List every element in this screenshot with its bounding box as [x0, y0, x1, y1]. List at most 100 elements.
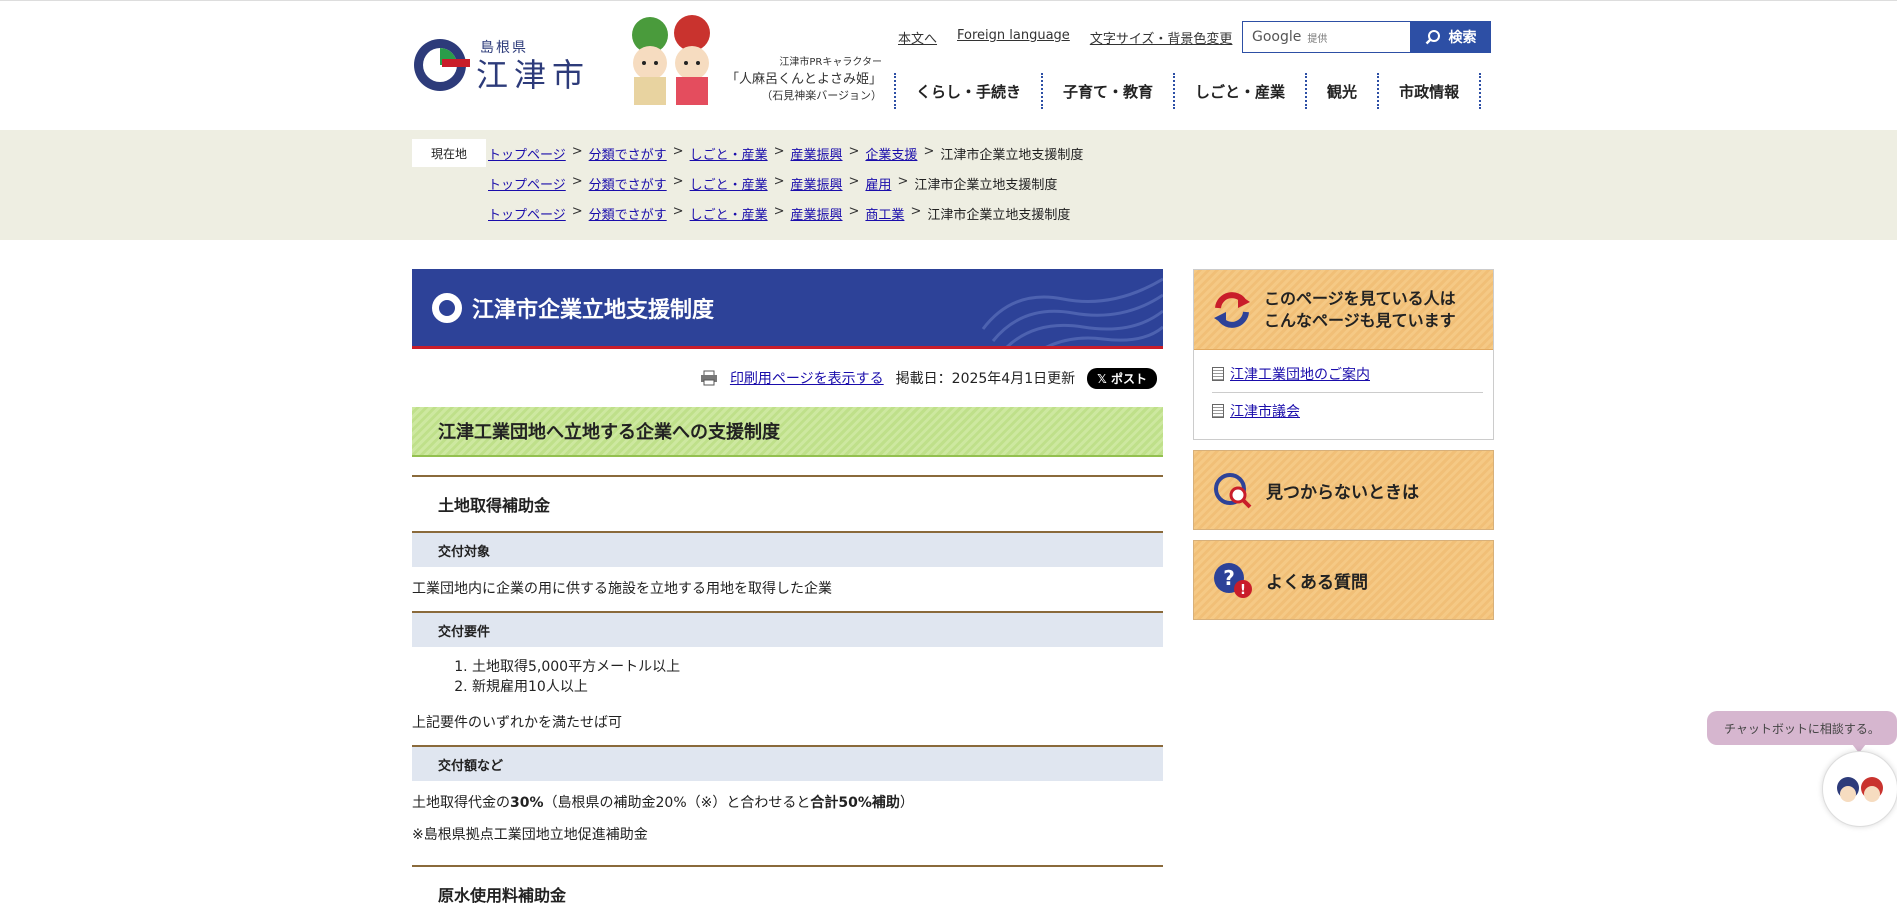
- chatbot-bubble[interactable]: チャットボットに相談する。: [1707, 711, 1897, 745]
- requirements-note: 上記要件のいずれかを満たせば可: [412, 715, 622, 731]
- global-nav: くらし・手続き 子育て・教育 しごと・産業 観光 市政情報: [894, 73, 1482, 109]
- page-meta: 印刷用ページを表示する 掲載日：2025年4月1日更新 𝕏 ポスト: [412, 349, 1163, 407]
- nav-tourism[interactable]: 観光: [1305, 73, 1377, 109]
- crumb-link[interactable]: 産業振興: [791, 204, 843, 223]
- chatbot-button[interactable]: [1822, 751, 1897, 827]
- list-item: 江津市議会: [1212, 392, 1483, 429]
- related-links: 江津工業団地のご案内 江津市議会: [1194, 350, 1493, 439]
- related-title-line-1: このページを見ている人は: [1264, 288, 1456, 308]
- refresh-arrows-icon: [1214, 291, 1250, 328]
- subsection-heading: 土地取得補助金: [412, 475, 1163, 531]
- breadcrumb-row: トップページ > 分類でさがす > しごと・産業 > 産業振興 > 商工業 > 江津市企業…: [488, 204, 1071, 223]
- svg-text:!: !: [1240, 583, 1246, 598]
- amount-note: ※島根県拠点工業団地立地促進補助金: [412, 827, 648, 843]
- crumb-current: 江津市企業立地支援制度: [927, 208, 1071, 223]
- mascot-caption: 江津市PRキャラクター 「人麻呂くんとよさみ姫」 （石見神楽バージョン）: [717, 53, 882, 103]
- main-content: 江津市企業立地支援制度 印刷用ページを表示する 掲載日：2025年4月1日更新 …: [412, 269, 1163, 910]
- amount-heading: 交付額など: [412, 745, 1163, 781]
- city-name: 江津市: [476, 56, 591, 94]
- chatbot-mascot-icon: [1837, 777, 1883, 802]
- mascot-caption-line-2: 「人麻呂くんとよさみ姫」: [725, 72, 882, 87]
- document-icon: [1212, 404, 1224, 418]
- nav-living[interactable]: くらし・手続き: [894, 73, 1041, 109]
- nav-city-administration[interactable]: 市政情報: [1377, 73, 1482, 109]
- foreign-language-link[interactable]: Foreign language: [957, 28, 1070, 47]
- skip-to-content-link[interactable]: 本文へ: [898, 28, 937, 47]
- crumb-link[interactable]: しごと・産業: [690, 174, 768, 193]
- not-found-label: 見つからないときは: [1266, 482, 1419, 503]
- font-size-color-link[interactable]: 文字サイズ・背景色変更: [1090, 28, 1233, 47]
- breadcrumb: 現在地 トップページ > 分類でさがす > しごと・産業 > 産業振興 > 企業支援 > …: [0, 130, 1897, 240]
- mascot-caption-line-3: （石見神楽バージョン）: [761, 89, 882, 102]
- updated-date: 掲載日：2025年4月1日更新: [895, 371, 1076, 387]
- search-button[interactable]: 検索: [1410, 21, 1491, 53]
- target-heading: 交付対象: [412, 531, 1163, 567]
- title-ring-icon: [432, 292, 462, 323]
- crumb-link[interactable]: 分類でさがす: [589, 174, 667, 193]
- wave-decoration-icon: [981, 277, 1163, 346]
- related-link-city-council[interactable]: 江津市議会: [1230, 401, 1300, 421]
- crumb-link[interactable]: トップページ: [488, 174, 566, 193]
- related-link-industrial-park[interactable]: 江津工業団地のご案内: [1230, 364, 1370, 384]
- page-title-bar: 江津市企業立地支援制度: [412, 269, 1163, 349]
- document-icon: [1212, 367, 1224, 381]
- crumb-link[interactable]: 分類でさがす: [589, 204, 667, 223]
- crumb-link[interactable]: 企業支援: [865, 144, 917, 163]
- mascot-illustration: [632, 15, 710, 105]
- crumb-link[interactable]: トップページ: [488, 144, 566, 163]
- not-found-button[interactable]: 見つからないときは: [1193, 450, 1494, 530]
- amount-pre: 土地取得代金の: [412, 795, 510, 811]
- print-page-link[interactable]: 印刷用ページを表示する: [730, 368, 884, 388]
- requirements-list: 土地取得5,000平方メートル以上 新規雇用10人以上: [412, 647, 1163, 701]
- amount-total: 合計50%補助: [810, 795, 900, 811]
- search-magnifier-icon: [1214, 473, 1252, 509]
- x-post-button[interactable]: 𝕏 ポスト: [1087, 367, 1157, 389]
- site-logo[interactable]: 島根県 江津市: [412, 37, 590, 93]
- amount-mid: （島根県の補助金20%（※）と合わせると: [543, 795, 811, 811]
- crumb-link[interactable]: 産業振興: [791, 144, 843, 163]
- site-search: Google 提供 検索: [1242, 21, 1491, 53]
- crumb-link[interactable]: 分類でさがす: [589, 144, 667, 163]
- target-text: 工業団地内に企業の用に供する施設を立地する用地を取得した企業: [412, 581, 832, 597]
- crumb-link[interactable]: 雇用: [865, 174, 891, 193]
- faq-label: よくある質問: [1266, 572, 1368, 593]
- utility-links: 本文へ Foreign language 文字サイズ・背景色変更: [898, 28, 1232, 47]
- breadcrumb-row: トップページ > 分類でさがす > しごと・産業 > 産業振興 > 企業支援 > 江津市企…: [488, 144, 1084, 163]
- amount-post: ）: [899, 795, 914, 811]
- prefecture-name: 島根県: [480, 40, 528, 56]
- related-pages-box: このページを見ている人は こんなページも見ています 江津工業団地のご案内 江津市…: [1193, 269, 1494, 440]
- page-title: 江津市企業立地支援制度: [472, 297, 715, 323]
- crumb-link[interactable]: しごと・産業: [690, 204, 768, 223]
- list-item: 土地取得5,000平方メートル以上: [472, 657, 1163, 677]
- amount-rate: 30%: [510, 795, 544, 811]
- x-post-label: ポスト: [1110, 371, 1147, 386]
- nav-childcare-education[interactable]: 子育て・教育: [1041, 73, 1173, 109]
- site-header: 島根県 江津市 江津市PRキャラクター 「人麻呂くんとよさみ姫」 （石見神楽バー…: [412, 1, 1494, 129]
- search-icon: [1425, 30, 1440, 45]
- question-bubble-icon: ? !: [1214, 563, 1252, 598]
- crumb-link[interactable]: 商工業: [865, 204, 904, 223]
- search-brand: Google: [1252, 29, 1302, 45]
- list-item: 新規雇用10人以上: [472, 677, 1163, 697]
- printer-icon: [700, 370, 717, 386]
- svg-text:?: ?: [1223, 566, 1235, 590]
- nav-work-industry[interactable]: しごと・産業: [1173, 73, 1305, 109]
- crumb-link[interactable]: しごと・産業: [690, 144, 768, 163]
- related-title-line-2: こんなページも見ています: [1264, 310, 1456, 330]
- crumb-link[interactable]: 産業振興: [791, 174, 843, 193]
- mascot-caption-line-1: 江津市PRキャラクター: [779, 57, 882, 68]
- crumb-current: 江津市企業立地支援制度: [940, 148, 1084, 163]
- faq-button[interactable]: ? ! よくある質問: [1193, 540, 1494, 620]
- requirements-heading: 交付要件: [412, 611, 1163, 647]
- related-pages-header: このページを見ている人は こんなページも見ています: [1194, 270, 1493, 350]
- amount-text: 土地取得代金の30%（島根県の補助金20%（※）と合わせると合計50%補助）: [412, 781, 1163, 817]
- list-item: 江津工業団地のご案内: [1212, 356, 1483, 392]
- crumb-current: 江津市企業立地支援制度: [914, 178, 1058, 193]
- search-button-label: 検索: [1448, 30, 1477, 46]
- city-emblem-icon: [414, 39, 470, 91]
- breadcrumb-row: トップページ > 分類でさがす > しごと・産業 > 産業振興 > 雇用 > 江津市企業立…: [488, 174, 1058, 193]
- breadcrumb-label: 現在地: [412, 139, 486, 167]
- crumb-link[interactable]: トップページ: [488, 204, 566, 223]
- sidebar: このページを見ている人は こんなページも見ています 江津工業団地のご案内 江津市…: [1193, 269, 1494, 620]
- search-input[interactable]: Google 提供: [1242, 21, 1410, 53]
